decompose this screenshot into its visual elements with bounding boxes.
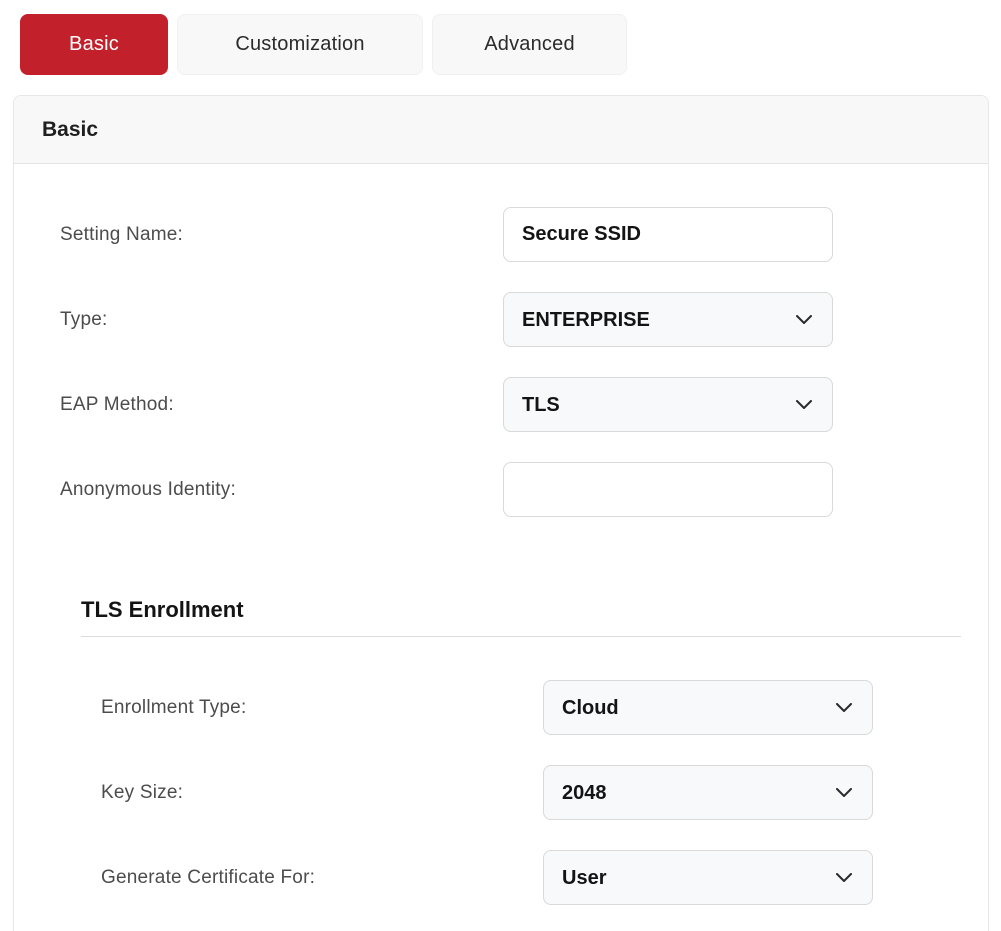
tls-enrollment-title: TLS Enrollment <box>81 597 244 622</box>
card-body: Setting Name: Type: ENTERPRISE EAP Metho… <box>14 164 988 905</box>
key-size-select[interactable]: 2048 <box>543 765 873 820</box>
eap-method-label: EAP Method: <box>60 393 174 415</box>
tab-advanced[interactable]: Advanced <box>432 14 627 75</box>
anonymous-identity-control <box>503 462 833 517</box>
setting-name-label: Setting Name: <box>60 223 183 245</box>
tls-enrollment-section: Enrollment Type: Cloud Key Size: 2048 Ge… <box>14 680 988 905</box>
tls-enrollment-heading: TLS Enrollment <box>81 597 961 637</box>
tab-customization[interactable]: Customization <box>177 14 423 75</box>
enrollment-type-row: Enrollment Type: Cloud <box>14 680 988 735</box>
setting-name-control <box>503 207 833 262</box>
key-size-row: Key Size: 2048 <box>14 765 988 820</box>
anonymous-identity-label: Anonymous Identity: <box>60 478 236 500</box>
generate-certificate-for-select[interactable]: User <box>543 850 873 905</box>
tab-bar: Basic Customization Advanced <box>20 14 1001 75</box>
setting-name-input[interactable] <box>503 207 833 262</box>
card-title: Basic <box>42 117 99 141</box>
type-row: Type: ENTERPRISE <box>14 292 988 347</box>
card-header: Basic <box>14 96 988 164</box>
eap-method-row: EAP Method: TLS <box>14 377 988 432</box>
type-label: Type: <box>60 308 108 330</box>
eap-method-control: TLS <box>503 377 833 432</box>
type-select[interactable]: ENTERPRISE <box>503 292 833 347</box>
eap-method-select[interactable]: TLS <box>503 377 833 432</box>
enrollment-type-control: Cloud <box>543 680 873 735</box>
enrollment-type-label: Enrollment Type: <box>101 696 247 718</box>
type-control: ENTERPRISE <box>503 292 833 347</box>
setting-name-row: Setting Name: <box>14 207 988 262</box>
anonymous-identity-input[interactable] <box>503 462 833 517</box>
key-size-control: 2048 <box>543 765 873 820</box>
generate-certificate-for-row: Generate Certificate For: User <box>14 850 988 905</box>
anonymous-identity-row: Anonymous Identity: <box>14 462 988 517</box>
basic-settings-card: Basic Setting Name: Type: ENTERPRISE E <box>13 95 989 931</box>
tab-basic[interactable]: Basic <box>20 14 168 75</box>
generate-certificate-for-control: User <box>543 850 873 905</box>
enrollment-type-select[interactable]: Cloud <box>543 680 873 735</box>
generate-certificate-for-label: Generate Certificate For: <box>101 866 316 888</box>
key-size-label: Key Size: <box>101 781 184 803</box>
